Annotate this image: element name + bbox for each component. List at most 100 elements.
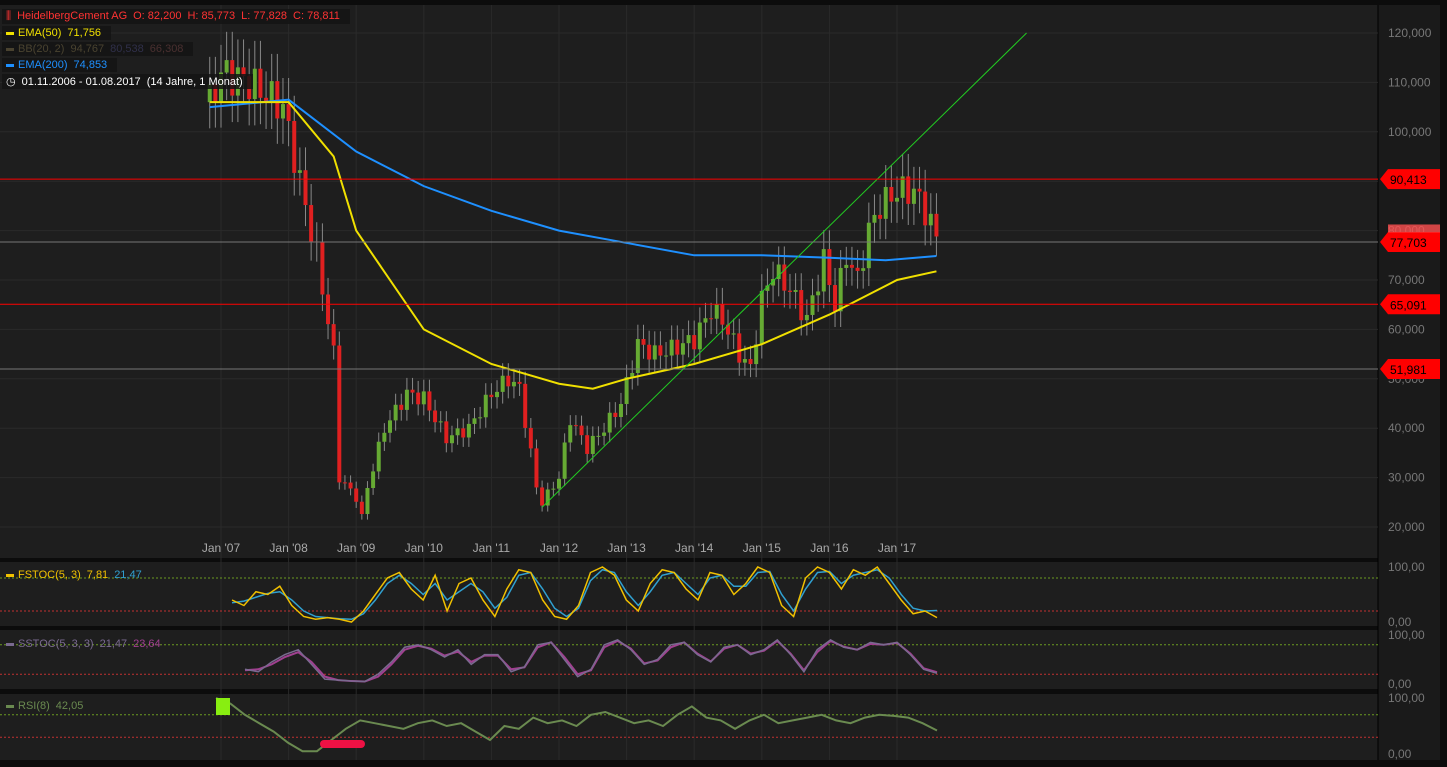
candle-body — [861, 268, 866, 271]
candle-body — [793, 290, 798, 292]
candle-body — [348, 482, 353, 489]
candle-body — [872, 214, 877, 223]
candle-body — [917, 188, 922, 192]
candle-body — [697, 322, 702, 350]
x-tick-label: Jan '16 — [810, 541, 849, 555]
candle-body — [754, 344, 759, 365]
candle-body — [562, 442, 567, 479]
x-tick-label: Jan '10 — [405, 541, 444, 555]
header-legend: ⫼ HeidelbergCement AG O: 82,200 H: 85,773 L:… — [2, 9, 350, 24]
candle-body — [444, 421, 449, 444]
candle-body — [889, 186, 894, 202]
candle-body — [449, 435, 454, 444]
candle-body — [466, 423, 471, 438]
bb-upper: 94,767 — [70, 43, 105, 55]
candle-body — [326, 294, 331, 325]
level-price-label: 65,091 — [1390, 298, 1427, 312]
ema50-legend[interactable]: EMA(50) 71,756 — [2, 26, 112, 40]
candle-body — [641, 339, 646, 345]
candle-body — [635, 339, 640, 374]
candle-body — [551, 488, 556, 490]
candle-body — [647, 344, 652, 360]
candle-body — [737, 333, 742, 363]
x-tick-label: Jan '08 — [269, 541, 308, 555]
candle-body — [844, 264, 849, 268]
candle-body — [827, 249, 832, 286]
high-value: H: 85,773 — [187, 10, 236, 22]
candle-body — [410, 389, 415, 393]
candle-body — [258, 68, 263, 98]
date-range: 01.11.2006 - 01.08.2017 — [21, 76, 141, 88]
candle-body — [759, 290, 764, 345]
fstoc-k: 7,81 — [86, 569, 109, 581]
ema200-label: EMA(200) — [18, 59, 68, 71]
candle-body — [923, 191, 928, 226]
low-value: L: 77,828 — [241, 10, 288, 22]
candle-body — [404, 389, 409, 410]
indicator-panel-2 — [0, 694, 1378, 760]
candle-body — [714, 303, 719, 319]
sstoc-legend[interactable]: SSTOC(5, 3, 3) 21,47 23,64 — [2, 637, 171, 651]
candle-body — [309, 205, 314, 242]
candle-body — [838, 267, 843, 312]
candle-body — [911, 188, 916, 204]
x-tick-label: Jan '09 — [337, 541, 376, 555]
ema200-legend[interactable]: EMA(200) 74,853 — [2, 58, 118, 72]
candle-body — [500, 375, 505, 392]
candle-body — [354, 488, 359, 502]
candle-body — [568, 425, 573, 443]
candle-body — [511, 381, 516, 387]
x-tick-label: Jan '17 — [878, 541, 917, 555]
y-tick-label: 120,000 — [1388, 26, 1432, 40]
rsi-value: 42,05 — [55, 700, 84, 712]
candle-body — [855, 267, 860, 271]
candle-body — [596, 435, 601, 437]
bb-legend[interactable]: BB(20, 2) 94,767 80,538 66,308 — [2, 42, 194, 56]
candle-body — [618, 403, 623, 417]
fstoc-legend[interactable]: FSTOC(5, 3) 7,81 21,47 — [2, 568, 152, 582]
candle-body — [573, 425, 578, 427]
candle-body — [934, 213, 939, 237]
candle-body — [720, 303, 725, 325]
symbol-name: HeidelbergCement AG — [17, 10, 128, 22]
x-tick-label: Jan '11 — [473, 541, 511, 555]
candle-body — [371, 471, 376, 489]
candle-body — [421, 391, 426, 405]
rsi-legend[interactable]: RSI(8) 42,05 — [2, 699, 93, 713]
candle-body — [686, 335, 691, 344]
candle-body — [849, 264, 854, 268]
candle-body — [303, 170, 308, 206]
candle-body — [478, 417, 483, 419]
x-tick-label: Jan '14 — [675, 541, 714, 555]
chart-window: 20,00030,00040,00050,00060,00070,00080,0… — [0, 0, 1447, 767]
candle-body — [928, 213, 933, 226]
candle-body — [489, 394, 494, 398]
indicator-panel-1 — [0, 630, 1378, 689]
range-legend: ◷ 01.11.2006 - 01.08.2017 (14 Jahre, 1 Mon… — [2, 74, 253, 89]
chart-canvas[interactable]: 20,00030,00040,00050,00060,00070,00080,0… — [0, 0, 1447, 767]
rsi-label: RSI(8) — [18, 700, 50, 712]
candle-body — [320, 242, 325, 295]
range-span: (14 Jahre, 1 Monat) — [146, 76, 243, 88]
candle-body — [878, 214, 883, 219]
candle-body — [331, 324, 336, 346]
indicator-panel-0 — [0, 562, 1378, 626]
candle-body — [342, 482, 347, 484]
sstoc-tick: 0,00 — [1388, 677, 1412, 691]
candle-body — [534, 448, 539, 488]
candle-body — [816, 291, 821, 296]
y-tick-label: 100,000 — [1388, 125, 1432, 139]
candle-body — [602, 432, 607, 436]
candle-body — [703, 318, 708, 323]
candle-body — [658, 345, 663, 356]
candle-body — [742, 359, 747, 363]
candle-body — [624, 377, 629, 404]
bb-lower: 66,308 — [149, 43, 184, 55]
candle-body — [585, 435, 590, 454]
clock-icon: ◷ — [6, 76, 16, 88]
candle-body — [821, 249, 826, 292]
candle-body — [709, 318, 714, 320]
rsi-overbought-fill — [216, 698, 230, 715]
y-tick-label: 40,000 — [1388, 421, 1425, 435]
candle-body — [483, 394, 488, 418]
